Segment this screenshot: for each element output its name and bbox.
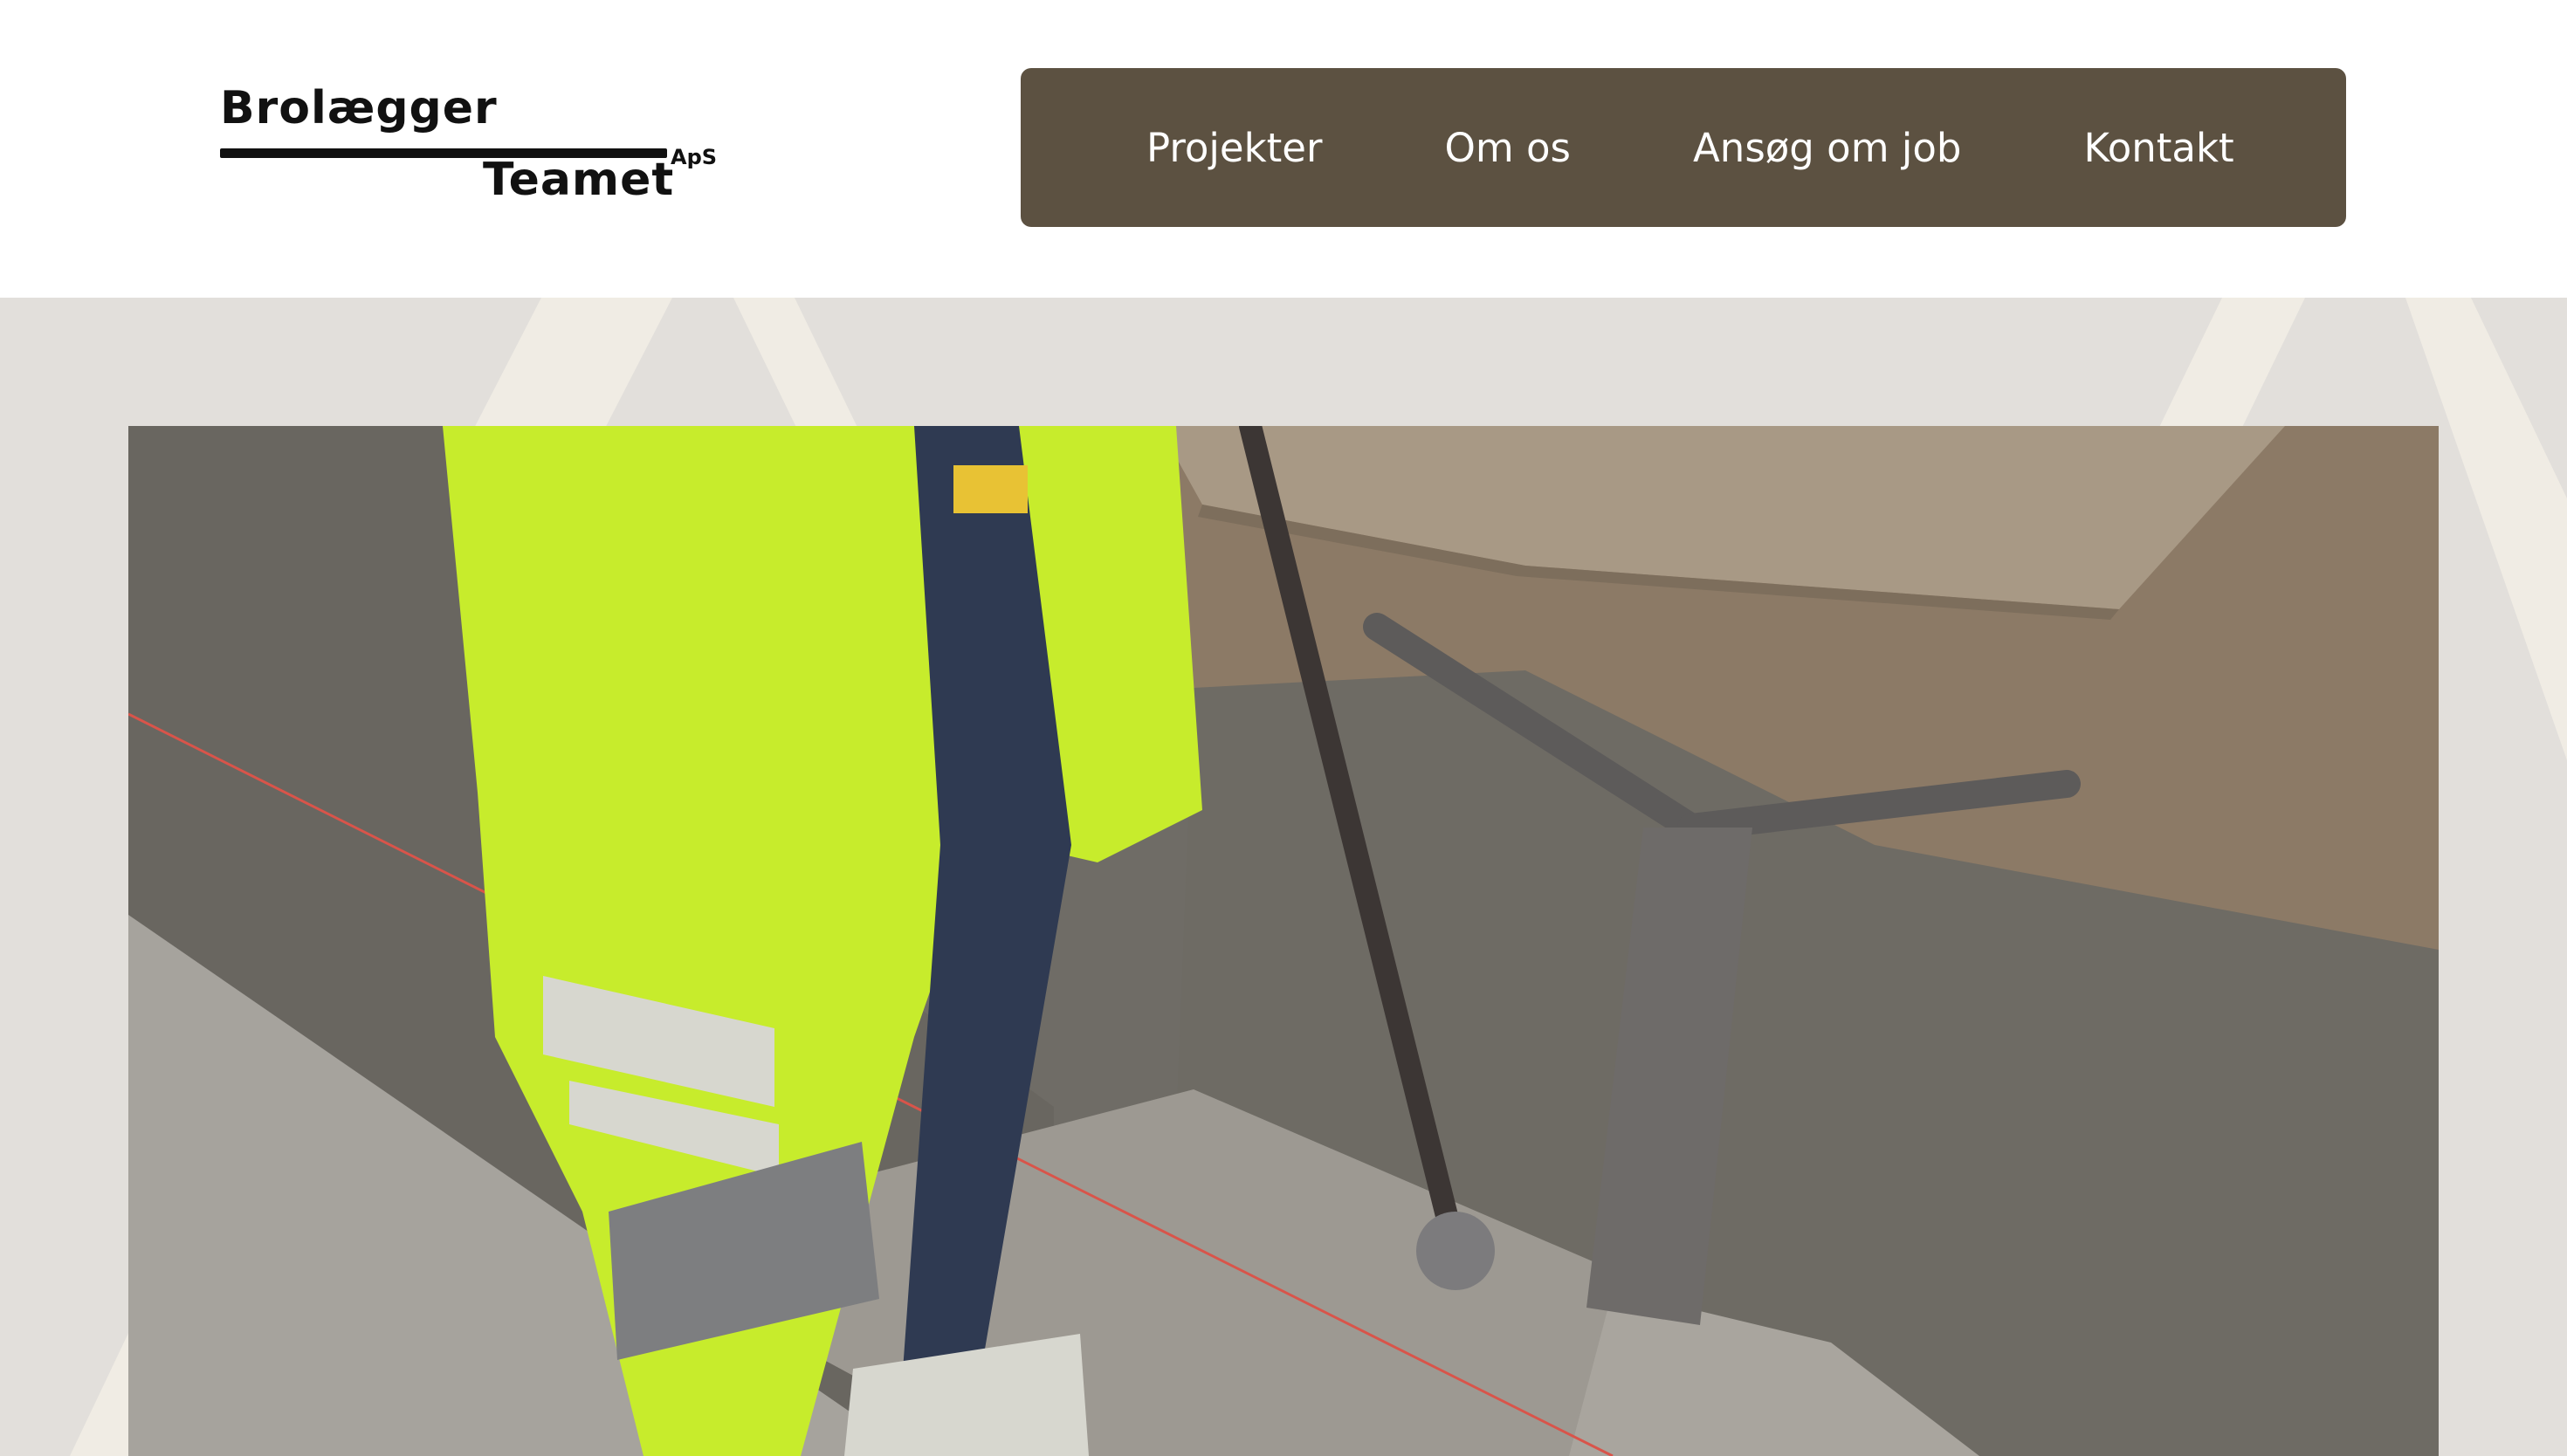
logo-text-aps: ApS xyxy=(671,145,718,169)
nav-item-kontakt[interactable]: Kontakt xyxy=(2083,128,2233,168)
nav-item-om-os[interactable]: Om os xyxy=(1444,128,1571,168)
site-header: Brolægger Teamet ApS Projekter Om os Ans… xyxy=(0,0,2567,298)
construction-photo-illustration xyxy=(128,426,2439,1456)
nav-item-projekter[interactable]: Projekter xyxy=(1146,128,1322,168)
nav-item-ansoeg-om-job[interactable]: Ansøg om job xyxy=(1693,128,1961,168)
logo-text-brolaegger: Brolægger xyxy=(220,82,498,134)
logo-text-teamet: Teamet xyxy=(483,154,675,206)
hero-section xyxy=(0,298,2567,1456)
hero-image xyxy=(128,426,2439,1456)
main-navigation: Projekter Om os Ansøg om job Kontakt xyxy=(1021,68,2346,227)
company-logo[interactable]: Brolægger Teamet ApS xyxy=(218,86,720,216)
